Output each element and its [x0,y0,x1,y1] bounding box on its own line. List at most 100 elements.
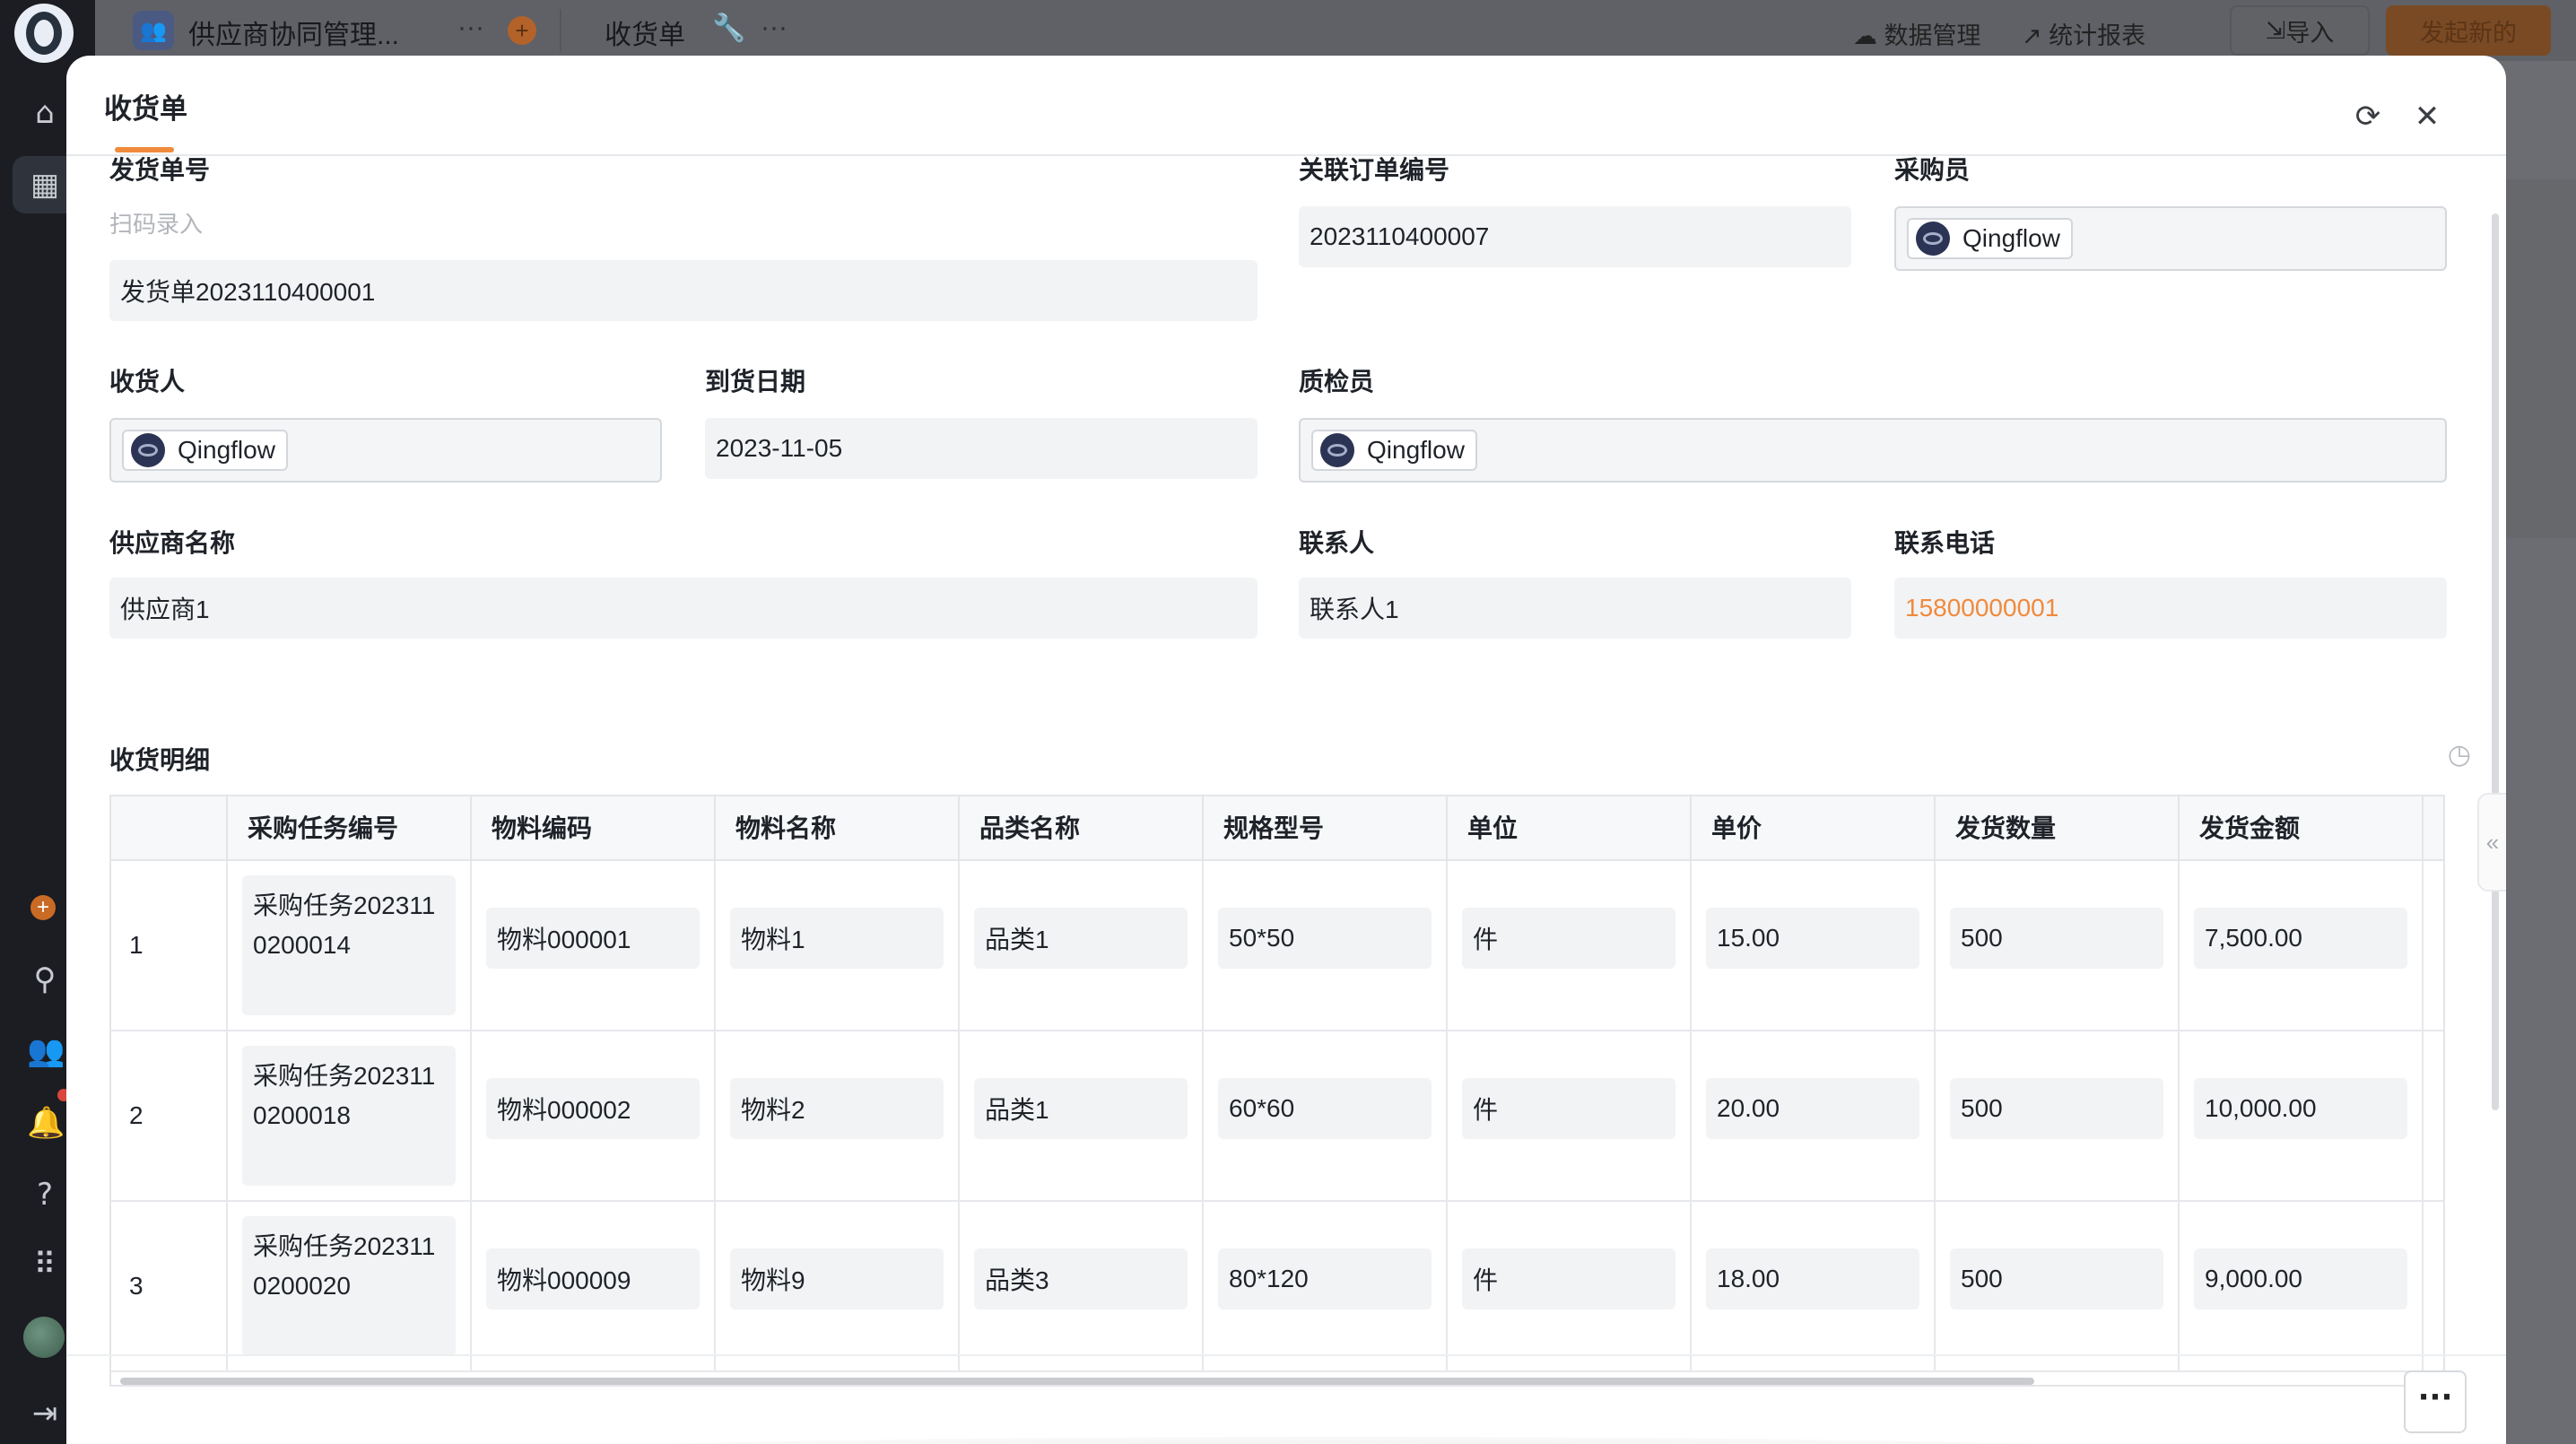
arrival-date-field[interactable]: 2023-11-05 [705,418,1258,479]
column-header-overflow [2422,796,2443,861]
shipment-no-field[interactable]: 发货单2023110400001 [109,260,1258,321]
contact-field[interactable]: 联系人1 [1299,578,1851,639]
spec-value[interactable]: 50*50 [1218,908,1432,969]
form-more-icon[interactable]: ··· [761,13,788,43]
close-icon[interactable]: ✕ [2409,99,2445,135]
details-table: 采购任务编号 物料编码 物料名称 品类名称 规格型号 单位 单价 发货数量 发货… [109,795,2445,1387]
qty-value[interactable]: 500 [1950,1248,2163,1309]
category-cell: 品类3 [958,1202,1202,1370]
app-more-icon[interactable]: ··· [457,13,484,43]
wrench-icon[interactable]: 🔧 [712,13,745,44]
phone-label: 联系电话 [1894,529,1996,557]
topbar-divider [560,9,561,52]
import-button[interactable]: ⇲ 导入 [2230,5,2370,56]
qty-value[interactable]: 500 [1950,908,2163,969]
stats-report-button[interactable]: ↗ 统计报表 [2022,16,2145,51]
column-header: 品类名称 [958,796,1202,861]
inspector-field[interactable]: Qingflow [1299,418,2447,483]
scan-entry-hint[interactable]: 扫码录入 [109,206,203,239]
qty-cell: 500 [1934,1202,2178,1370]
name-value[interactable]: 物料9 [730,1248,944,1309]
import-label: 导入 [2285,19,2335,47]
app-name[interactable]: 供应商协同管理... [188,13,399,52]
user-avatar[interactable] [23,1317,65,1358]
row-index: 2 [129,1101,144,1129]
category-cell: 品类1 [958,861,1202,1030]
task-value[interactable]: 采购任务2023110200020 [242,1216,456,1356]
phone-field[interactable]: 15800000001 [1894,578,2447,639]
qty-cell: 500 [1934,861,2178,1030]
new-record-button[interactable]: 发起新的 [2386,5,2551,56]
more-actions-button[interactable]: ··· [2404,1370,2467,1433]
task-cell: 采购任务2023110200014 [226,861,470,1030]
modal-footer [66,1354,2506,1444]
price-value[interactable]: 18.00 [1706,1248,1919,1309]
spec-cell: 80*120 [1202,1202,1446,1370]
overflow-cell [2422,1202,2443,1370]
purchaser-field[interactable]: Qingflow [1894,206,2447,271]
purchaser-chip[interactable]: Qingflow [1907,218,2073,259]
receiver-chip[interactable]: Qingflow [122,430,288,471]
code-value[interactable]: 物料000009 [486,1248,700,1309]
purchaser-name: Qingflow [1962,224,2060,252]
price-cell: 20.00 [1690,1031,1934,1200]
amount-value[interactable]: 7,500.00 [2194,908,2407,969]
spec-value[interactable]: 60*60 [1218,1078,1432,1139]
spec-value[interactable]: 80*120 [1218,1248,1432,1309]
refresh-icon[interactable]: ⟳ [2350,99,2386,135]
order-no-label: 关联订单编号 [1299,156,1450,184]
app-launcher-icon[interactable]: ⠿ [27,1247,63,1283]
purchaser-label: 采购员 [1894,156,1971,184]
home-icon[interactable]: ⌂ [27,95,63,131]
amount-value[interactable]: 9,000.00 [2194,1248,2407,1309]
search-icon[interactable]: ⚲ [27,961,63,997]
unit-cell: 件 [1446,861,1690,1030]
category-value[interactable]: 品类3 [974,1248,1188,1309]
price-value[interactable]: 15.00 [1706,908,1919,969]
user-avatar-icon [1916,222,1950,256]
app-icon: 👥 [133,11,174,50]
task-value[interactable]: 采购任务2023110200014 [242,875,456,1015]
amount-value[interactable]: 10,000.00 [2194,1078,2407,1139]
qty-cell: 500 [1934,1031,2178,1200]
overflow-cell [2422,1031,2443,1200]
category-value[interactable]: 品类1 [974,1078,1188,1139]
modal-header: 收货单 ⟳ ✕ [66,56,2506,156]
code-value[interactable]: 物料000001 [486,908,700,969]
vertical-scrollbar[interactable] [2492,213,2499,1110]
task-value[interactable]: 采购任务2023110200018 [242,1046,456,1186]
data-manage-button[interactable]: ☁ 数据管理 [1853,16,1981,51]
unit-value[interactable]: 件 [1462,908,1675,969]
receiver-field[interactable]: Qingflow [109,418,662,483]
add-icon[interactable]: + [30,895,56,920]
user-avatar-icon [131,433,165,467]
contacts-icon[interactable]: 👥 [27,1033,65,1069]
history-icon[interactable]: ◷ [2443,739,2476,771]
qingflow-logo[interactable] [14,4,74,63]
add-app-icon[interactable]: + [508,16,536,45]
unit-value[interactable]: 件 [1462,1078,1675,1139]
order-no-field[interactable]: 2023110400007 [1299,206,1851,267]
price-value[interactable]: 20.00 [1706,1078,1919,1139]
supplier-label: 供应商名称 [109,529,236,557]
help-icon[interactable]: ? [27,1177,63,1213]
name-value[interactable]: 物料1 [730,908,944,969]
inspector-chip[interactable]: Qingflow [1311,430,1477,471]
expand-sidebar-icon[interactable]: ⇥ [27,1396,63,1431]
supplier-field[interactable]: 供应商1 [109,578,1258,639]
details-section-title: 收货明细 [109,746,211,774]
qty-value[interactable]: 500 [1950,1078,2163,1139]
row-index: 3 [129,1272,144,1300]
inspector-label: 质检员 [1299,368,1375,396]
form-tab[interactable]: 收货单 [605,13,685,52]
category-value[interactable]: 品类1 [974,908,1188,969]
record-modal: 收货单 ⟳ ✕ 发货单号 扫码录入 发货单2023110400001 关联订单编… [66,56,2506,1444]
stats-report-label: 统计报表 [2049,22,2146,49]
unit-value[interactable]: 件 [1462,1248,1675,1309]
name-value[interactable]: 物料2 [730,1078,944,1139]
code-value[interactable]: 物料000002 [486,1078,700,1139]
unit-cell: 件 [1446,1031,1690,1200]
bell-icon[interactable]: 🔔 [27,1105,65,1141]
user-avatar-icon [1320,433,1354,467]
collapse-panel-handle[interactable]: « [2477,793,2506,892]
